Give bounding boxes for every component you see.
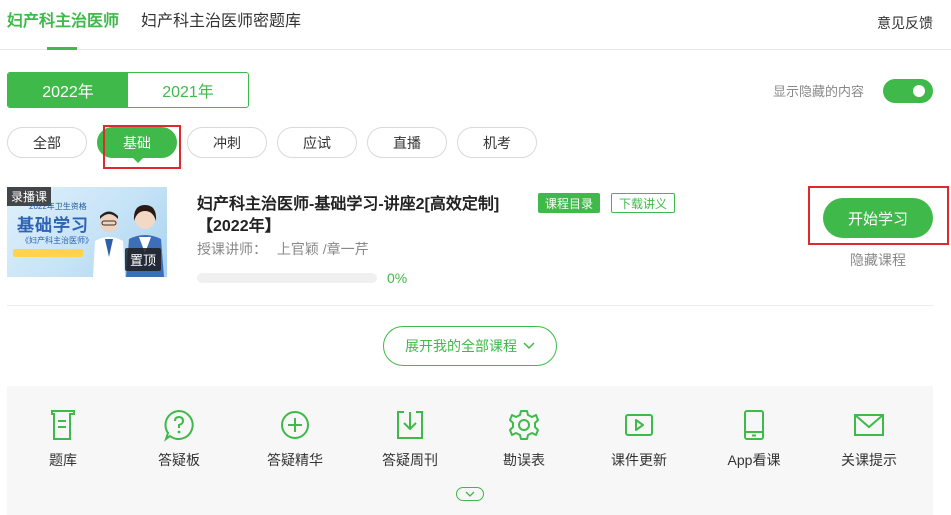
tool-courseware-update[interactable]: 课件更新 (594, 408, 684, 470)
category-all[interactable]: 全部 (7, 127, 87, 158)
year-tab-2022[interactable]: 2022年 (8, 73, 128, 107)
tool-qa-highlights[interactable]: 答疑精华 (250, 408, 340, 470)
courseware-update-icon (625, 414, 653, 436)
tool-label: App看课 (727, 452, 781, 468)
course-thumbnail[interactable]: 录播课 2022年卫生资格 基础学习 《妇产科主治医师》 置顶 (7, 187, 167, 277)
tool-qa-weekly[interactable]: 答疑周刊 (365, 408, 455, 470)
tool-label: 答疑精华 (267, 452, 323, 468)
tool-close-course-notice[interactable]: 关课提示 (824, 408, 914, 470)
lecturer-names: 上官颖 /章一芹 (276, 241, 369, 257)
progress-bar (197, 273, 377, 283)
progress-text: 0% (387, 270, 408, 286)
tool-question-bank[interactable]: 题库 (18, 408, 108, 470)
tab-obgyn-attending[interactable]: 妇产科主治医师 (7, 12, 119, 32)
tool-label: 题库 (49, 452, 77, 468)
highlight-box-start (808, 186, 949, 245)
category-exam[interactable]: 应试 (277, 127, 357, 158)
category-live[interactable]: 直播 (367, 127, 447, 158)
divider (7, 305, 933, 306)
tools-expand-button[interactable] (456, 487, 484, 501)
top-nav: 妇产科主治医师 妇产科主治医师密题库 意见反馈 (0, 0, 951, 50)
highlight-box-basic (103, 125, 181, 169)
year-tab-2021[interactable]: 2021年 (128, 73, 248, 107)
toggle-knob (913, 85, 925, 97)
chevron-down-icon (465, 491, 475, 497)
tool-label: 课件更新 (611, 452, 667, 468)
active-tab-underline (47, 47, 77, 50)
chevron-down-icon (523, 342, 535, 350)
thumbnail-strip (13, 249, 83, 257)
tool-label: 答疑板 (158, 452, 200, 468)
tab-obgyn-secret-bank[interactable]: 妇产科主治医师密题库 (141, 12, 301, 32)
pinned-badge: 置顶 (124, 248, 161, 271)
lecturer-male-image (93, 211, 125, 277)
tool-errata[interactable]: 勘误表 (479, 408, 569, 470)
category-computer-exam[interactable]: 机考 (457, 127, 537, 158)
question-bank-icon (51, 410, 75, 440)
category-sprint[interactable]: 冲刺 (187, 127, 267, 158)
expand-all-courses-label: 展开我的全部课程 (405, 338, 517, 354)
thumbnail-book: 《妇产科主治医师》 (21, 236, 93, 245)
expand-all-courses-button[interactable]: 展开我的全部课程 (383, 326, 557, 366)
tools-panel: 题库 答疑板 答疑精华 答疑周刊 勘误表 课件更新 App看课 关课提示 (7, 386, 933, 515)
lecturer-line: 授课讲师： 上官颖 /章一芹 (197, 239, 369, 259)
course-catalog-button[interactable]: 课程目录 (538, 193, 601, 213)
mail-icon (854, 414, 884, 436)
tool-qa-board[interactable]: 答疑板 (134, 408, 224, 470)
download-handout-button[interactable]: 下载讲义 (611, 193, 676, 213)
feedback-link[interactable]: 意见反馈 (877, 13, 933, 33)
thumbnail-headline: 基础学习 (17, 216, 89, 235)
show-hidden-label: 显示隐藏的内容 (773, 84, 865, 99)
tool-label: 勘误表 (503, 452, 545, 468)
errata-gear-icon (509, 410, 539, 440)
qa-highlights-icon (281, 411, 309, 439)
tool-app-watch[interactable]: App看课 (709, 408, 799, 470)
qa-board-icon (164, 409, 194, 442)
hide-course-link[interactable]: 隐藏课程 (850, 250, 906, 270)
tool-label: 关课提示 (841, 452, 897, 468)
course-title[interactable]: 妇产科主治医师-基础学习-讲座2[高效定制]【2022年】 (197, 194, 527, 238)
app-tablet-icon (744, 410, 764, 440)
lecturer-label: 授课讲师： (197, 241, 267, 257)
tool-label: 答疑周刊 (382, 452, 438, 468)
show-hidden-toggle[interactable] (883, 79, 933, 103)
qa-weekly-icon (397, 411, 423, 439)
year-tabs: 2022年 2021年 (7, 72, 249, 108)
